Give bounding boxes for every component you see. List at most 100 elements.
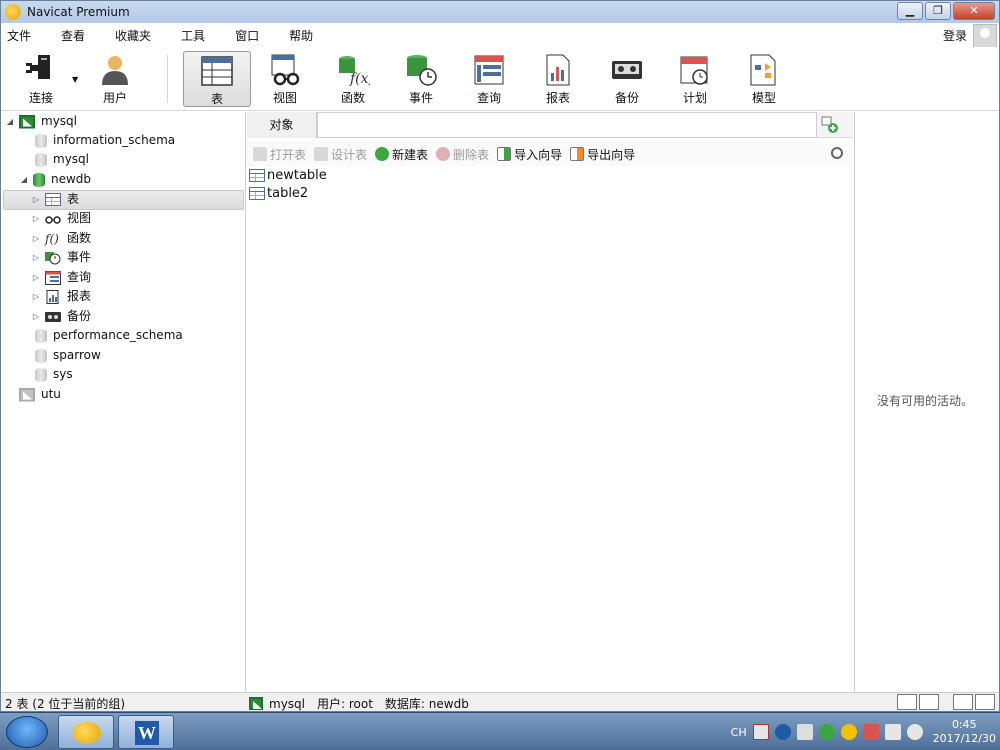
tree-connection-utu[interactable]: utu	[19, 385, 61, 404]
tree-connection-mysql[interactable]: ◢ mysql	[5, 112, 77, 131]
tree-item-backups[interactable]: ▷ 备份	[31, 307, 91, 326]
close-button[interactable]: ✕	[953, 2, 995, 20]
view-list-button[interactable]	[919, 694, 939, 710]
no-activity-message: 没有可用的活动。	[877, 394, 974, 408]
toolbar-event-button[interactable]: 事件	[389, 51, 453, 107]
tree-node-label: utu	[41, 387, 61, 401]
tree-node-label: sys	[53, 367, 73, 381]
tree-node-label: 查询	[67, 270, 92, 284]
toolbar-user-button[interactable]: 用户	[83, 51, 147, 107]
status-object-count: 2 表 (2 位于当前的组)	[5, 697, 126, 711]
delete-table-button[interactable]: 删除表	[436, 146, 489, 163]
toolbar-label: 事件	[408, 91, 433, 105]
tree-db-information-schema[interactable]: information_schema	[35, 131, 175, 150]
toolbar-view-button[interactable]: 视图	[253, 51, 317, 107]
toolbar-connect-button[interactable]: 连接	[9, 51, 73, 107]
tree-db-sparrow[interactable]: sparrow	[35, 346, 101, 365]
tree-node-label: mysql	[53, 152, 89, 166]
menu-view[interactable]: 查看	[55, 27, 97, 44]
minimize-button[interactable]: ▁	[897, 2, 923, 20]
toolbar-query-button[interactable]: 查询	[457, 51, 521, 107]
tree-node-label: information_schema	[53, 133, 176, 147]
menu-favorites[interactable]: 收藏夹	[109, 27, 163, 44]
chevron-down-icon[interactable]: ▼	[72, 75, 78, 84]
tree-db-sys[interactable]: sys	[35, 365, 73, 384]
expand-arrow-icon[interactable]: ▷	[31, 248, 41, 267]
tab-objects[interactable]: 对象	[247, 112, 317, 138]
system-clock[interactable]: 0:45 2017/12/30	[933, 718, 996, 746]
design-table-button[interactable]: 设计表	[314, 146, 367, 163]
object-list-item[interactable]: table2	[247, 184, 308, 202]
expand-arrow-icon[interactable]: ▷	[31, 190, 41, 209]
menu-file[interactable]: 文件	[1, 27, 43, 44]
network-icon[interactable]	[884, 724, 901, 740]
tab-strip-area	[317, 112, 817, 138]
tree-db-mysql[interactable]: mysql	[35, 150, 89, 169]
language-indicator[interactable]: CH	[731, 726, 747, 739]
export-wizard-button[interactable]: 导出向导	[570, 146, 635, 163]
expand-arrow-icon[interactable]: ▷	[31, 307, 41, 326]
expand-arrow-icon[interactable]: ▷	[31, 287, 41, 306]
start-button[interactable]	[6, 716, 48, 748]
expand-arrow-icon[interactable]: ▷	[31, 229, 41, 248]
view-grid-button[interactable]	[897, 694, 917, 710]
toolbar-model-button[interactable]: 模型	[732, 51, 796, 107]
table-icon	[249, 168, 265, 182]
import-wizard-button[interactable]: 导入向导	[497, 146, 562, 163]
view-detail-button[interactable]	[953, 694, 973, 710]
navicat-app-icon	[73, 722, 101, 744]
taskbar-word[interactable]: W	[118, 715, 174, 749]
alert-icon[interactable]	[862, 724, 879, 740]
expand-arrow-icon[interactable]: ▷	[31, 209, 41, 228]
help-icon[interactable]	[774, 724, 791, 740]
toolbar-table-button[interactable]: 表	[183, 51, 251, 107]
add-tab-icon[interactable]	[821, 116, 839, 134]
menu-help[interactable]: 帮助	[283, 27, 325, 44]
search-icon[interactable]	[831, 147, 843, 159]
tree-item-events[interactable]: ▷ 事件	[31, 248, 91, 267]
toolbar-function-button[interactable]: f(x) 函数	[321, 51, 385, 107]
toolbar-label: 连接	[28, 91, 53, 105]
tree-item-tables[interactable]: ▷ 表	[31, 190, 79, 209]
security-icon[interactable]	[818, 724, 835, 740]
tree-db-performance-schema[interactable]: performance_schema	[35, 326, 183, 345]
clock-time: 0:45	[951, 718, 977, 731]
tree-item-queries[interactable]: ▷ 查询	[31, 268, 91, 287]
user-avatar-icon[interactable]	[973, 24, 997, 48]
toolbar-label: 查询	[476, 91, 501, 105]
status-user: 用户: root	[317, 697, 373, 711]
report-icon	[541, 53, 575, 87]
toggle-pane-button[interactable]	[975, 694, 995, 710]
tree-db-newdb[interactable]: ◢ newdb	[19, 170, 91, 189]
settings-icon[interactable]	[796, 724, 813, 740]
toolbar-backup-button[interactable]: 备份	[595, 51, 659, 107]
new-table-button[interactable]: 新建表	[375, 146, 428, 163]
collapse-arrow-icon[interactable]: ◢	[5, 112, 15, 131]
object-list-item[interactable]: newtable	[247, 166, 327, 184]
system-tray: CH 0:45 2017/12/30	[731, 717, 996, 747]
toolbar-schedule-button[interactable]: 计划	[663, 51, 727, 107]
expand-arrow-icon[interactable]: ▷	[31, 268, 41, 287]
tree-item-functions[interactable]: ▷ f() 函数	[31, 229, 91, 248]
toolbar-report-button[interactable]: 报表	[526, 51, 590, 107]
object-toolbar-label: 导出向导	[587, 147, 636, 162]
login-link[interactable]: 登录	[943, 27, 967, 44]
ime-icon[interactable]	[752, 724, 769, 740]
tree-item-views[interactable]: ▷ 视图	[31, 209, 91, 228]
maximize-button[interactable]: ❐	[925, 2, 951, 20]
update-icon[interactable]	[840, 724, 857, 740]
event-icon	[45, 251, 61, 265]
tree-item-reports[interactable]: ▷ 报表	[31, 287, 91, 306]
open-table-button[interactable]: 打开表	[253, 146, 306, 163]
menu-tools[interactable]: 工具	[175, 27, 217, 44]
volume-icon[interactable]	[906, 724, 923, 740]
object-toolbar-label: 导入向导	[514, 147, 563, 162]
toolbar-label: 模型	[751, 91, 776, 105]
taskbar-navicat[interactable]	[58, 715, 114, 749]
menu-window[interactable]: 窗口	[229, 27, 271, 44]
delete-icon	[436, 147, 451, 161]
status-connection: mysql	[269, 696, 305, 711]
tree-node-label: sparrow	[53, 348, 101, 362]
object-toolbar-label: 设计表	[331, 147, 368, 162]
collapse-arrow-icon[interactable]: ◢	[19, 170, 29, 189]
